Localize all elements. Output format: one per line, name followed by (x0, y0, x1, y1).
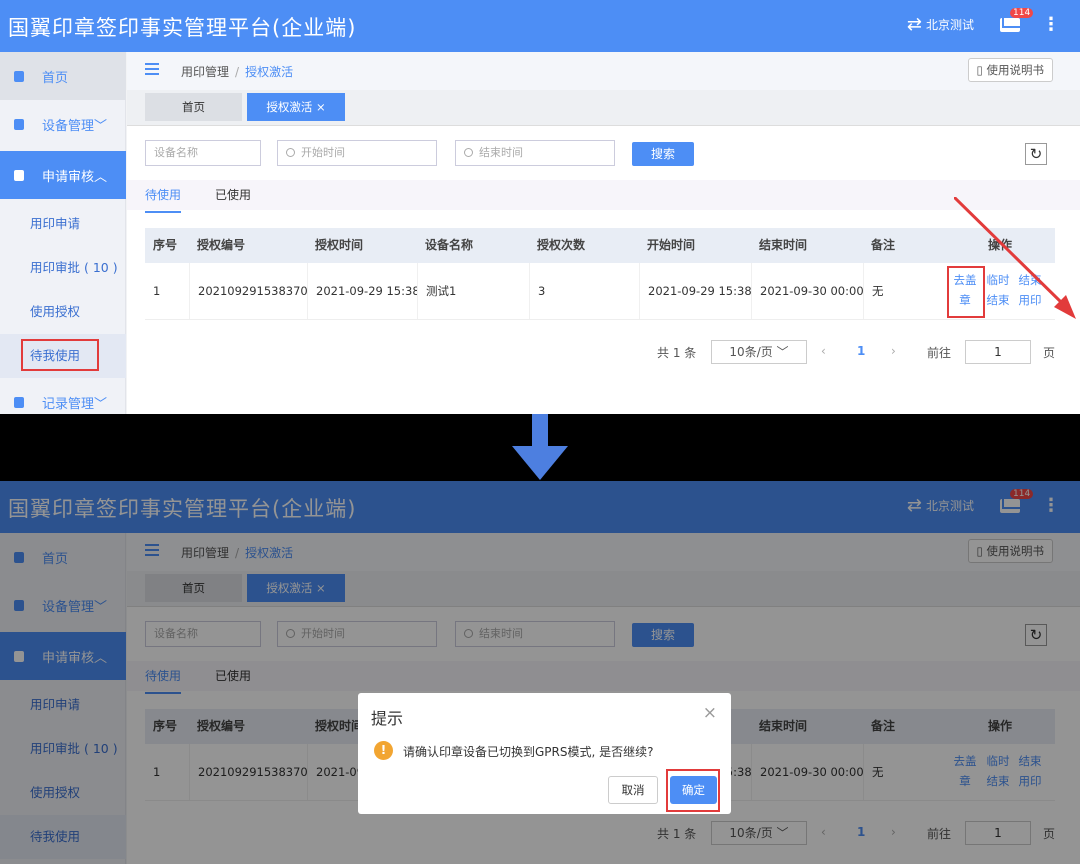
breadcrumb-bar: 用印管理 / 授权激活 ▯ 使用说明书 (127, 52, 1080, 90)
mail-badge: 114 (1010, 7, 1034, 18)
gear-icon (14, 118, 24, 130)
confirm-dialog: 提示 × ! 请确认印章设备已切换到GPRS模式, 是否继续? 取消 确定 (358, 693, 731, 814)
warning-icon: ! (374, 741, 393, 760)
highlight-box-sidebar (21, 339, 99, 371)
user-name[interactable]: 北京测试 (926, 16, 974, 33)
switch-icon[interactable]: ⇄ (907, 14, 922, 35)
clock-icon (286, 148, 295, 157)
start-time-input[interactable]: 开始时间 (277, 140, 437, 166)
search-button[interactable]: 搜索 (632, 142, 694, 166)
page-tabs: 首页 授权激活 × (127, 90, 1080, 126)
breadcrumb-parent[interactable]: 用印管理 (181, 65, 229, 79)
sidebar-sub-apply[interactable]: 用印申请 (0, 202, 126, 246)
screenshot-before: 国翼印章签印事实管理平台(企业端) ⇄ 北京测试 114 ⋮ 首页 设备管理 ﹀ … (0, 0, 1080, 414)
status-tabs: 待使用 已使用 (127, 180, 1080, 213)
tab-used[interactable]: 已使用 (215, 186, 251, 203)
sidebar-sub-approve[interactable]: 用印审批 ( 10 ) (0, 246, 126, 290)
app-title: 国翼印章签印事实管理平台(企业端) (8, 16, 357, 40)
more-icon[interactable]: ⋮ (1042, 14, 1060, 35)
sidebar-sub-authorize[interactable]: 使用授权 (0, 290, 126, 334)
refresh-icon[interactable]: ↻ (1025, 143, 1047, 165)
sidebar-item-device[interactable]: 设备管理 ﹀ (0, 100, 126, 148)
goto-page-input[interactable]: 1 (965, 340, 1031, 364)
sidebar: 首页 设备管理 ﹀ 申请审核 ︿ 用印申请 用印审批 ( 10 ) 使用授权 待我使… (0, 52, 126, 414)
mail-icon[interactable]: 114 (1000, 7, 1034, 32)
table-row: 1 2021092915383702 2021-09-29 15:38:3 测试… (145, 263, 1055, 320)
close-icon[interactable]: × (703, 703, 717, 723)
breadcrumb: 用印管理 / 授权激活 (181, 65, 294, 79)
filter-bar: 设备名称 开始时间 结束时间 搜索 ↻ (127, 140, 1080, 170)
next-page-icon[interactable]: › (891, 344, 896, 358)
dialog-title: 提示 (371, 709, 404, 728)
main-panel: 用印管理 / 授权激活 ▯ 使用说明书 首页 授权激活 × 设备名称 开始时间 结束… (127, 52, 1080, 414)
document-icon (14, 169, 24, 181)
records-icon (14, 396, 24, 408)
table-header: 序号 授权编号 授权时间 设备名称 授权次数 开始时间 结束时间 备注 操作 (145, 228, 1055, 263)
sidebar-item-home[interactable]: 首页 (0, 52, 126, 100)
highlight-box-confirm (666, 769, 720, 812)
clock-icon (464, 148, 473, 157)
sidebar-item-review[interactable]: 申请审核 ︿ (0, 151, 126, 199)
sidebar-item-records[interactable]: 记录管理 ﹀ (0, 378, 126, 414)
home-icon (14, 70, 24, 82)
tab-home[interactable]: 首页 (145, 93, 242, 121)
prev-page-icon[interactable]: ‹ (821, 344, 826, 358)
dialog-message: 请确认印章设备已切换到GPRS模式, 是否继续? (403, 745, 654, 759)
device-name-input[interactable]: 设备名称 (145, 140, 261, 166)
screenshot-after: 国翼印章签印事实管理平台(企业端) ⇄ 北京测试 114 ⋮ 首页 设备管理 ﹀ … (0, 481, 1080, 864)
page-size-select[interactable]: 10条/页 ﹀ (711, 340, 807, 364)
menu-toggle-icon[interactable] (145, 63, 159, 75)
end-time-input[interactable]: 结束时间 (455, 140, 615, 166)
down-arrow-icon (512, 414, 568, 480)
page-number[interactable]: 1 (857, 344, 865, 358)
breadcrumb-current: 授权激活 (245, 65, 294, 79)
red-arrow-annotation (954, 197, 1076, 319)
tab-pending[interactable]: 待使用 (145, 186, 182, 213)
tab-authorize-activate[interactable]: 授权激活 × (247, 93, 345, 121)
cancel-button[interactable]: 取消 (608, 776, 658, 804)
app-header: 国翼印章签印事实管理平台(企业端) ⇄ 北京测试 114 ⋮ (0, 0, 1080, 52)
manual-button[interactable]: ▯ 使用说明书 (967, 58, 1053, 82)
